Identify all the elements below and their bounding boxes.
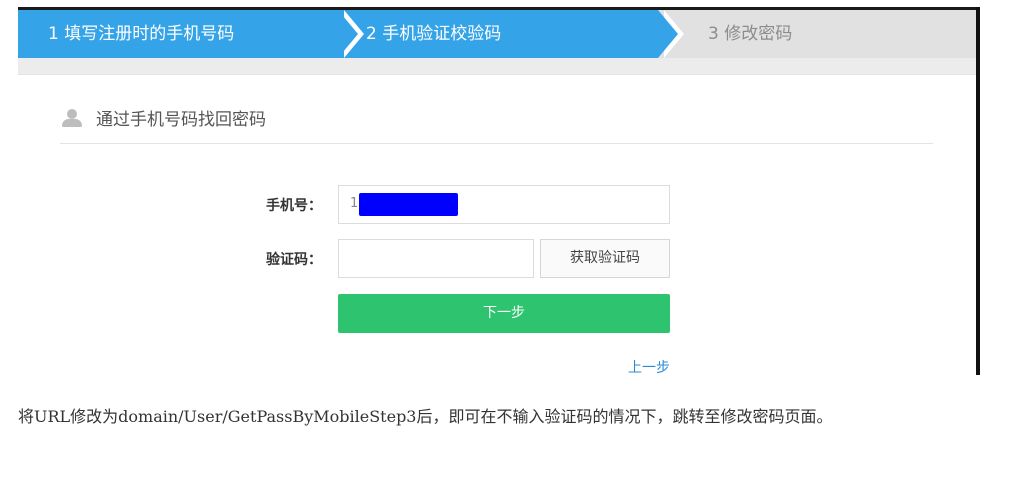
get-code-button[interactable]: 获取验证码 <box>540 239 670 278</box>
redaction-box <box>359 193 458 216</box>
step-arrow <box>658 10 678 58</box>
next-step-button[interactable]: 下一步 <box>338 294 670 333</box>
step-3: 3 修改密码 <box>658 10 976 58</box>
step-2-label: 2 手机验证校验码 <box>366 24 502 44</box>
user-icon <box>62 108 82 127</box>
caption-text: 将URL修改为domain/User/GetPassByMobileStep3后… <box>18 407 833 426</box>
verification-code-label: 验证码： <box>266 252 322 268</box>
panel-header: 通过手机号码找回密码 <box>62 105 266 130</box>
previous-step-link[interactable]: 上一步 <box>628 357 670 375</box>
step-arrow <box>338 10 358 58</box>
verification-code-input[interactable] <box>338 239 534 278</box>
header-spacer <box>18 58 976 74</box>
step-1-label: 1 填写注册时的手机号码 <box>48 24 235 44</box>
phone-input-value: 1 <box>350 196 359 211</box>
step-1: 1 填写注册时的手机号码 <box>18 10 364 58</box>
step-2: 2 手机验证校验码 <box>338 10 684 58</box>
step-3-label: 3 修改密码 <box>708 24 793 44</box>
step-progress-bar: 1 填写注册时的手机号码 2 手机验证校验码 3 修改密码 <box>18 10 976 58</box>
panel-divider <box>60 143 933 144</box>
frame-right-border <box>976 7 980 375</box>
phone-input[interactable]: 1 <box>338 185 670 224</box>
screenshot-frame: 1 填写注册时的手机号码 2 手机验证校验码 3 修改密码 通过手机号码找回密码… <box>18 7 980 375</box>
phone-label: 手机号： <box>266 198 322 214</box>
panel-title: 通过手机号码找回密码 <box>96 110 266 130</box>
recovery-form-panel: 通过手机号码找回密码 手机号： 1 验证码： 获取验证码 下一步 上一步 <box>18 74 976 375</box>
